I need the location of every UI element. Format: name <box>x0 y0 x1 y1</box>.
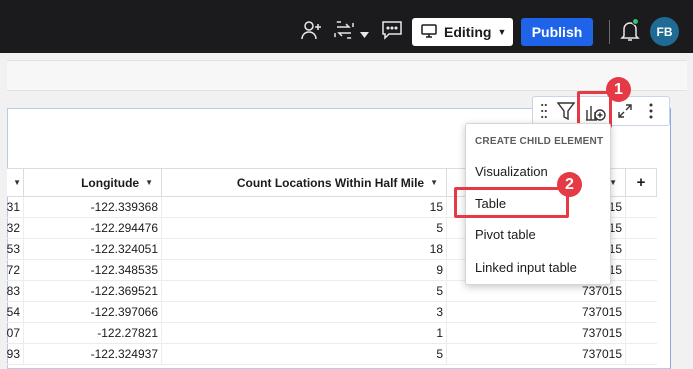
avatar[interactable]: FB <box>650 17 679 46</box>
chevron-down-icon[interactable]: ▼ <box>145 178 153 187</box>
table-cell[interactable]: -122.397066 <box>24 302 162 322</box>
column-header-longitude[interactable]: Longitude ▼ <box>24 169 162 196</box>
secondary-toolbar <box>7 60 687 91</box>
table-cell[interactable]: 31 <box>7 197 24 217</box>
notification-dot <box>632 18 639 25</box>
table-cell[interactable]: 54 <box>7 302 24 322</box>
callout-highlight-table <box>454 187 569 218</box>
table-cell[interactable]: -122.348535 <box>24 260 162 280</box>
more-options-icon[interactable] <box>649 103 653 124</box>
table-cell[interactable]: 737015 <box>447 323 626 343</box>
table-cell[interactable]: -122.27821 <box>24 323 162 343</box>
table-cell[interactable]: 9 <box>162 260 447 280</box>
table-row: 54 -122.397066 3 737015 <box>7 302 657 323</box>
menu-item-pivot-table[interactable]: Pivot table <box>475 227 536 242</box>
table-cell[interactable]: -122.324937 <box>24 344 162 364</box>
table-cell[interactable]: 72 <box>7 260 24 280</box>
table-cell[interactable]: 1 <box>162 323 447 343</box>
swap-icon[interactable] <box>333 19 355 46</box>
callout-badge-1: 1 <box>606 77 631 102</box>
chevron-down-icon: ▼ <box>497 27 507 37</box>
editing-mode-button[interactable]: Editing ▼ <box>412 18 513 46</box>
table-cell[interactable]: 93 <box>7 344 24 364</box>
table-cell[interactable]: 53 <box>7 239 24 259</box>
column-header[interactable]: ▼ <box>7 169 24 196</box>
table-cell[interactable]: 3 <box>162 302 447 322</box>
column-header-count-locations[interactable]: Count Locations Within Half Mile ▼ <box>162 169 447 196</box>
chevron-down-icon[interactable]: ▼ <box>13 178 21 187</box>
chevron-down-icon[interactable] <box>360 25 369 43</box>
table-cell[interactable]: 07 <box>7 323 24 343</box>
table-cell[interactable]: -122.294476 <box>24 218 162 238</box>
table-cell[interactable]: 18 <box>162 239 447 259</box>
publish-button[interactable]: Publish <box>521 18 593 46</box>
table-cell[interactable]: 737015 <box>447 344 626 364</box>
menu-item-visualization[interactable]: Visualization <box>475 164 548 179</box>
top-bar: Editing ▼ Publish FB <box>0 0 693 53</box>
comment-icon[interactable] <box>381 20 403 45</box>
chevron-down-icon[interactable]: ▼ <box>430 178 438 187</box>
divider <box>609 20 610 44</box>
monitor-icon <box>421 23 437 41</box>
table-cell[interactable]: -122.339368 <box>24 197 162 217</box>
table-cell[interactable]: 737015 <box>447 302 626 322</box>
table-cell[interactable]: 15 <box>162 197 447 217</box>
table-cell[interactable]: 5 <box>162 344 447 364</box>
menu-item-linked-input-table[interactable]: Linked input table <box>475 260 577 275</box>
drag-handle-icon[interactable] <box>541 103 547 124</box>
table-cell[interactable]: 83 <box>7 281 24 301</box>
menu-header: CREATE CHILD ELEMENT <box>475 136 604 147</box>
callout-badge-2: 2 <box>557 172 582 197</box>
table-cell[interactable]: 5 <box>162 218 447 238</box>
table-row: 93 -122.324937 5 737015 <box>7 344 657 365</box>
editing-label: Editing <box>444 24 492 40</box>
expand-icon[interactable] <box>617 103 633 124</box>
table-cell[interactable]: -122.324051 <box>24 239 162 259</box>
table-cell[interactable]: 32 <box>7 218 24 238</box>
table-row: 07 -122.27821 1 737015 <box>7 323 657 344</box>
table-cell[interactable]: 5 <box>162 281 447 301</box>
table-cell[interactable]: -122.369521 <box>24 281 162 301</box>
add-column-button[interactable]: + <box>626 169 657 196</box>
add-person-icon[interactable] <box>301 19 323 46</box>
